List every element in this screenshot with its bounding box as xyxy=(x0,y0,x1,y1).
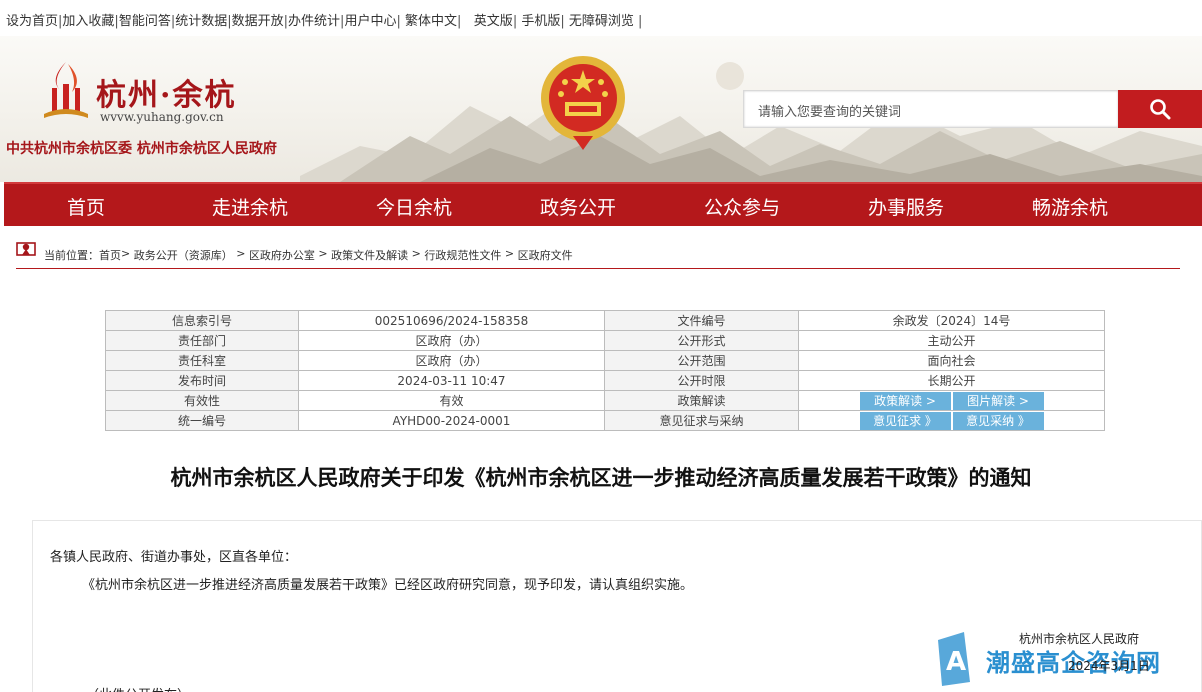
utility-bar: 设为首页|加入收藏|智能问答|统计数据|数据开放|办件统计|用户中心| 繁体中文… xyxy=(6,14,643,29)
nav-today-yuhang[interactable]: 今日余杭 xyxy=(332,184,496,228)
util-link-set-home[interactable]: 设为首页 xyxy=(6,14,58,29)
document-info-table: 信息索引号 002510696/2024-158358 文件编号 余政发〔202… xyxy=(105,310,1105,431)
info-value: 区政府（办） xyxy=(298,350,605,371)
breadcrumb-item-district-office[interactable]: 区政府办公室 xyxy=(249,247,315,263)
svg-text:A: A xyxy=(946,647,966,677)
info-value: 002510696/2024-158358 xyxy=(298,310,605,331)
organization-line: 中共杭州市余杭区委 杭州市余杭区人民政府 xyxy=(6,141,277,157)
info-key: 公开范围 xyxy=(604,350,799,371)
table-row: 发布时间 2024-03-11 10:47 公开时限 长期公开 xyxy=(105,370,1105,391)
info-value-tags: 政策解读 > 图片解读 > xyxy=(798,390,1105,411)
info-key: 公开时限 xyxy=(604,370,799,391)
main-nav: 首页 走进余杭 今日余杭 政务公开 公众参与 办事服务 畅游余杭 xyxy=(4,182,1202,226)
search-icon xyxy=(1150,99,1171,120)
site-name: 杭州·余杭 xyxy=(96,78,237,113)
util-link-mobile[interactable]: 手机版 xyxy=(521,14,560,29)
info-key: 责任部门 xyxy=(105,330,299,351)
info-key: 信息索引号 xyxy=(105,310,299,331)
breadcrumb: 当前位置： 首页 > 政务公开（资源库） > 区政府办公室 > 政策文件及解读 >… xyxy=(16,240,1180,269)
table-row: 责任科室 区政府（办） 公开范围 面向社会 xyxy=(105,350,1105,371)
util-link-favorite[interactable]: 加入收藏 xyxy=(62,14,114,29)
search-button[interactable] xyxy=(1118,90,1202,128)
util-link-statistics[interactable]: 统计数据 xyxy=(175,14,227,29)
util-link-accessibility[interactable]: 无障碍浏览 xyxy=(569,14,634,29)
document-paragraph: 《杭州市余杭区进一步推进经济高质量发展若干政策》已经区政府研究同意，现予印发，请… xyxy=(82,578,694,593)
info-key: 政策解读 xyxy=(604,390,799,411)
nav-public-participation[interactable]: 公众参与 xyxy=(660,184,824,228)
policy-interpretation-button[interactable]: 政策解读 > xyxy=(859,391,951,410)
national-emblem-icon xyxy=(541,56,625,150)
document-addressee: 各镇人民政府、街道办事处，区直各单位： xyxy=(50,550,298,565)
util-link-english[interactable]: 英文版 xyxy=(474,14,513,29)
info-key: 统一编号 xyxy=(105,410,299,431)
table-row: 统一编号 AYHD00-2024-0001 意见征求与采纳 意见征求 》意见采纳… xyxy=(105,410,1105,431)
document-title: 杭州市余杭区人民政府关于印发《杭州市余杭区进一步推动经济高质量发展若干政策》的通… xyxy=(170,466,1032,490)
info-value: 区政府（办） xyxy=(298,330,605,351)
info-key: 有效性 xyxy=(105,390,299,411)
util-link-traditional-chinese[interactable]: 繁体中文 xyxy=(405,14,457,29)
util-link-open-data[interactable]: 数据开放 xyxy=(232,14,284,29)
site-header: 杭州·余杭 wvvw.yuhang.gov.cn 中共杭州市余杭区委 杭州市余杭… xyxy=(0,36,1202,182)
nav-home[interactable]: 首页 xyxy=(4,184,168,228)
table-row: 信息索引号 002510696/2024-158358 文件编号 余政发〔202… xyxy=(105,310,1105,331)
util-link-user-center[interactable]: 用户中心 xyxy=(344,14,396,29)
info-value: AYHD00-2024-0001 xyxy=(298,410,605,431)
breadcrumb-item-home[interactable]: 首页 xyxy=(99,247,121,263)
util-link-smart-qa[interactable]: 智能问答 xyxy=(119,14,171,29)
opinion-adoption-button[interactable]: 意见采纳 》 xyxy=(952,411,1044,430)
document-publish-note: （此件公开发布） xyxy=(86,684,190,692)
location-pin-icon xyxy=(16,242,36,256)
breadcrumb-item-gov-affairs[interactable]: 政务公开（资源库） xyxy=(134,247,233,263)
info-key: 责任科室 xyxy=(105,350,299,371)
info-key: 发布时间 xyxy=(105,370,299,391)
info-value: 有效 xyxy=(298,390,605,411)
nav-about-yuhang[interactable]: 走进余杭 xyxy=(168,184,332,228)
search-input[interactable]: 请输入您要查询的关键词 xyxy=(743,90,1119,128)
table-row: 有效性 有效 政策解读 政策解读 > 图片解读 > xyxy=(105,390,1105,411)
image-interpretation-button[interactable]: 图片解读 > xyxy=(952,391,1044,410)
info-value: 主动公开 xyxy=(798,330,1105,351)
nav-services[interactable]: 办事服务 xyxy=(824,184,988,228)
breadcrumb-item-policy-docs[interactable]: 政策文件及解读 xyxy=(331,247,408,263)
info-key: 公开形式 xyxy=(604,330,799,351)
breadcrumb-item-district-gov-docs[interactable]: 区政府文件 xyxy=(518,247,573,263)
nav-government-affairs[interactable]: 政务公开 xyxy=(496,184,660,228)
info-value: 余政发〔2024〕14号 xyxy=(798,310,1105,331)
table-row: 责任部门 区政府（办） 公开形式 主动公开 xyxy=(105,330,1105,351)
info-key: 意见征求与采纳 xyxy=(604,410,799,431)
info-key: 文件编号 xyxy=(604,310,799,331)
info-value: 2024-03-11 10:47 xyxy=(298,370,605,391)
util-link-case-stats[interactable]: 办件统计 xyxy=(288,14,340,29)
info-value: 长期公开 xyxy=(798,370,1105,391)
nav-tourism[interactable]: 畅游余杭 xyxy=(988,184,1152,228)
info-value: 面向社会 xyxy=(798,350,1105,371)
site-url: wvvw.yuhang.gov.cn xyxy=(100,110,224,124)
document-date: 2024年3月1日 xyxy=(1068,659,1150,673)
opinion-collection-button[interactable]: 意见征求 》 xyxy=(859,411,951,430)
breadcrumb-item-normative-docs[interactable]: 行政规范性文件 xyxy=(424,247,501,263)
breadcrumb-label: 当前位置： xyxy=(44,249,99,262)
yuhang-logo-icon xyxy=(44,62,88,118)
info-value-tags: 意见征求 》意见采纳 》 xyxy=(798,410,1105,431)
